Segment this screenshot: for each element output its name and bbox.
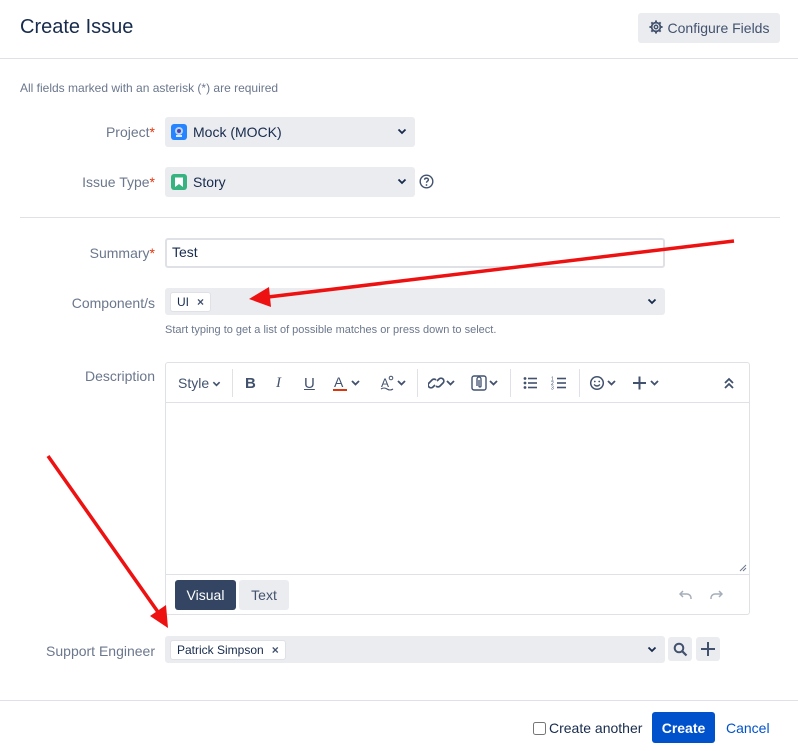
insert-more-icon[interactable] <box>632 373 662 393</box>
create-button[interactable]: Create <box>652 712 715 743</box>
chevron-down-icon <box>397 128 407 135</box>
undo-icon[interactable] <box>679 589 693 601</box>
required-asterisk: * <box>149 245 155 261</box>
remove-chip-icon[interactable]: × <box>197 295 204 309</box>
project-select[interactable]: Mock (MOCK) <box>165 117 415 147</box>
redo-icon[interactable] <box>709 589 723 601</box>
underline-icon[interactable]: U <box>304 373 315 393</box>
required-asterisk: * <box>149 174 155 190</box>
component-chip-label: UI <box>177 294 189 309</box>
gear-icon <box>648 19 663 37</box>
help-icon[interactable] <box>419 174 434 189</box>
configure-fields-label: Configure Fields <box>667 20 770 36</box>
chevron-down-icon <box>212 381 221 386</box>
numbered-list-icon[interactable]: 123 <box>551 373 567 393</box>
attachment-icon[interactable] <box>471 373 501 393</box>
summary-input[interactable]: Test <box>165 238 665 268</box>
project-avatar-icon <box>171 124 187 140</box>
project-label-text: Project <box>105 124 150 140</box>
issue-type-value: Story <box>193 174 226 190</box>
toolbar-separator <box>579 369 580 397</box>
text-color-icon[interactable]: A <box>333 373 363 393</box>
support-engineer-label: Support Engineer <box>46 643 155 659</box>
resize-handle-icon[interactable] <box>739 564 747 572</box>
description-text-area[interactable] <box>166 404 749 575</box>
issue-type-select[interactable]: Story <box>165 167 415 197</box>
visual-mode-tab[interactable]: Visual <box>175 580 236 610</box>
project-value: Mock (MOCK) <box>193 124 282 140</box>
description-editor: Style B I U A A 123 Visual Text <box>165 362 750 615</box>
chevron-down-icon <box>647 646 657 653</box>
description-label: Description <box>84 368 155 384</box>
issue-type-label: Issue Type* <box>82 174 155 190</box>
cancel-link[interactable]: Cancel <box>726 720 770 736</box>
components-label: Component/s <box>71 295 155 311</box>
section-divider <box>20 217 780 218</box>
create-another-checkbox[interactable] <box>533 721 546 735</box>
annotation-arrow-support-engineer <box>46 454 168 628</box>
italic-icon[interactable]: I <box>276 373 281 393</box>
components-multiselect[interactable]: UI × <box>165 288 665 315</box>
svg-text:3: 3 <box>551 386 554 392</box>
chevron-down-icon <box>647 298 657 305</box>
remove-chip-icon[interactable]: × <box>272 643 279 657</box>
style-dropdown-label: Style <box>178 375 210 391</box>
configure-fields-button[interactable]: Configure Fields <box>638 13 780 43</box>
style-dropdown[interactable]: Style <box>178 373 221 393</box>
summary-label: Summary* <box>90 245 155 261</box>
component-chip: UI × <box>170 291 212 312</box>
user-search-button[interactable] <box>668 637 692 661</box>
create-another-label: Create another <box>549 720 643 736</box>
summary-label-text: Summary <box>89 245 150 261</box>
emoji-icon[interactable] <box>589 373 619 393</box>
dialog-footer: Create another Create Cancel <box>0 700 798 751</box>
create-another-option[interactable]: Create another <box>533 720 642 736</box>
more-formatting-icon[interactable]: A <box>380 373 408 393</box>
add-user-button[interactable] <box>696 637 720 661</box>
collapse-toolbar-icon[interactable] <box>723 373 735 393</box>
support-engineer-picker[interactable]: Patrick Simpson × <box>165 636 665 663</box>
components-hint: Start typing to get a list of possible m… <box>165 324 497 336</box>
required-fields-note: All fields marked with an asterisk (*) a… <box>20 81 279 95</box>
search-icon <box>673 642 687 656</box>
issue-type-label-text: Issue Type <box>82 174 150 190</box>
dialog-title: Create Issue <box>20 16 134 38</box>
story-icon <box>171 174 187 190</box>
bold-icon[interactable]: B <box>245 373 256 393</box>
dialog-header: Create Issue Configure Fields <box>0 0 798 59</box>
bullet-list-icon[interactable] <box>522 373 538 393</box>
svg-text:A: A <box>334 374 344 390</box>
plus-icon <box>701 642 715 656</box>
toolbar-separator <box>232 369 233 397</box>
user-chip-label: Patrick Simpson <box>177 642 264 657</box>
required-asterisk: * <box>149 124 155 140</box>
user-chip: Patrick Simpson × <box>170 639 286 660</box>
toolbar-separator <box>510 369 511 397</box>
link-icon[interactable] <box>428 373 458 393</box>
chevron-down-icon <box>397 178 407 185</box>
editor-toolbar: Style B I U A A 123 <box>166 363 749 403</box>
text-mode-tab[interactable]: Text <box>239 580 289 610</box>
project-label: Project* <box>106 124 155 140</box>
toolbar-separator <box>417 369 418 397</box>
